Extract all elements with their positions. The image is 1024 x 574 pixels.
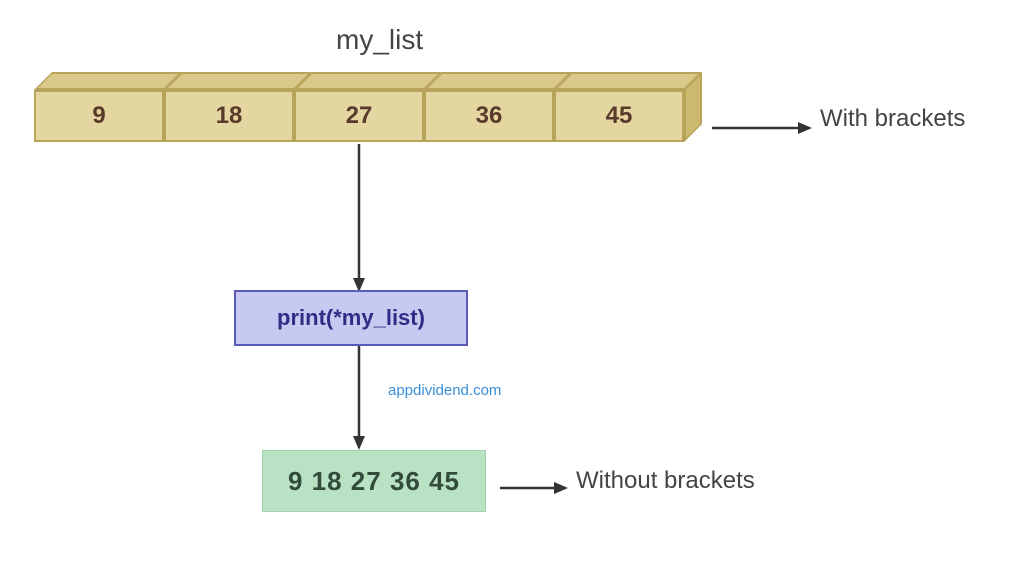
cell-value: 18	[164, 90, 294, 142]
list-cell: 27	[294, 72, 424, 142]
cell-value: 45	[554, 90, 684, 142]
list-cell: 36	[424, 72, 554, 142]
cell-top-face	[34, 72, 182, 90]
cell-top-face	[424, 72, 572, 90]
arrow-down-icon	[349, 346, 369, 450]
output-box: 9 18 27 36 45	[262, 450, 486, 512]
arrow-down-icon	[349, 144, 369, 292]
arrow-right-icon	[500, 478, 568, 498]
cell-top-face	[164, 72, 312, 90]
list-cell: 9	[34, 72, 164, 142]
cell-top-face	[554, 72, 702, 90]
cell-value: 27	[294, 90, 424, 142]
arrow-right-icon	[712, 118, 812, 138]
list-cell: 18	[164, 72, 294, 142]
with-brackets-label: With brackets	[820, 105, 965, 133]
cell-value: 9	[34, 90, 164, 142]
cell-top-face	[294, 72, 442, 90]
list-variable-title: my_list	[336, 24, 423, 56]
cell-value: 36	[424, 90, 554, 142]
without-brackets-label: Without brackets	[576, 467, 755, 495]
list-cells-row: 9 18 27 36 45	[34, 72, 684, 142]
watermark-text: appdividend.com	[388, 382, 501, 399]
print-statement-box: print(*my_list)	[234, 290, 468, 346]
list-cell: 45	[554, 72, 684, 142]
